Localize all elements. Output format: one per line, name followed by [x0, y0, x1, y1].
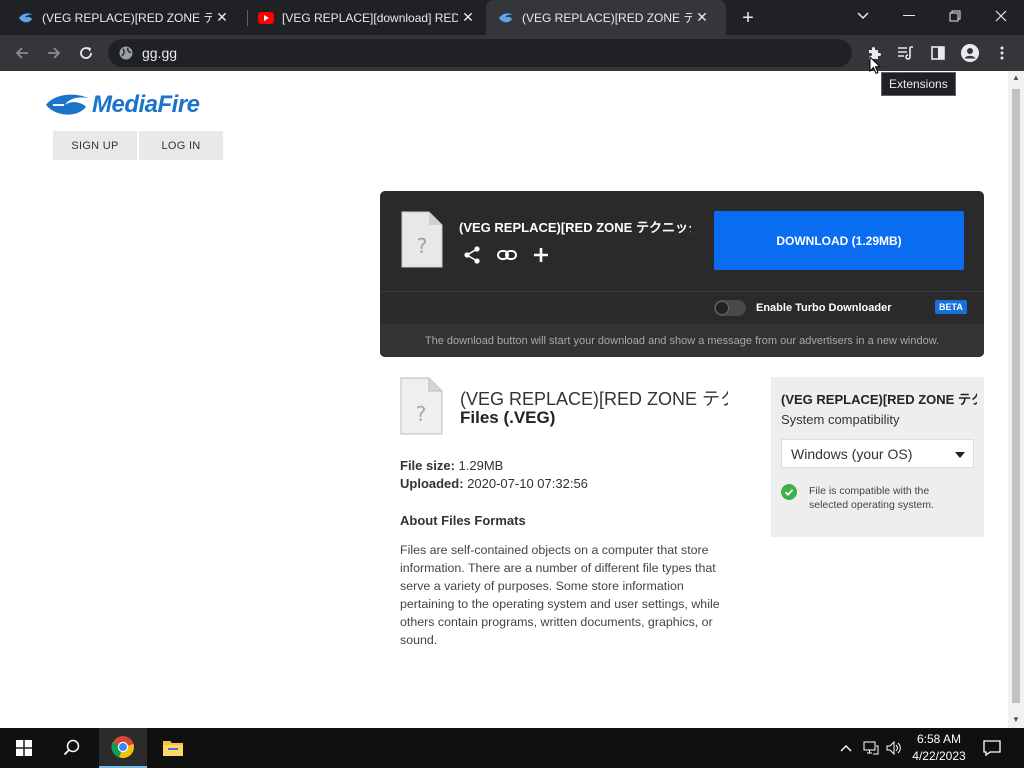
- extensions-tooltip: Extensions: [881, 72, 956, 96]
- clock-time: 6:58 AM: [916, 732, 962, 746]
- mediafire-flame-icon: [46, 94, 88, 115]
- scrollbar-thumb[interactable]: [1012, 89, 1020, 703]
- system-compatibility-label: System compatibility: [781, 412, 900, 427]
- scroll-down-icon[interactable]: ▼: [1012, 716, 1020, 724]
- tab-1[interactable]: (VEG REPLACE)[RED ZONE テクニック ✕: [0, 0, 246, 35]
- unknown-file-icon: ?: [400, 377, 443, 440]
- file-actions: [462, 245, 550, 270]
- browser-menu-icon[interactable]: [988, 39, 1016, 67]
- tab-3-active[interactable]: (VEG REPLACE)[RED ZONE テクニック ✕: [486, 0, 726, 35]
- windows-taskbar: 6:58 AM 4/22/2023: [0, 728, 1024, 768]
- notifications-icon[interactable]: [980, 728, 1004, 768]
- download-panel: ? (VEG REPLACE)[RED ZONE テクニック DOWNLOAD …: [380, 191, 984, 357]
- compatibility-status: File is compatible with the selected ope…: [781, 484, 959, 512]
- beta-badge: BETA: [935, 300, 967, 314]
- check-circle-icon: [781, 484, 797, 512]
- download-file-name: (VEG REPLACE)[RED ZONE テクニック: [459, 220, 691, 235]
- tab-search-chevron-icon[interactable]: [840, 0, 886, 32]
- tab-2[interactable]: [VEG REPLACE][download] RED ZONE ✕: [240, 0, 486, 35]
- file-size-value: 1.29MB: [458, 458, 504, 473]
- auth-buttons: SIGN UP LOG IN: [53, 131, 223, 160]
- chrome-taskbar-icon[interactable]: [99, 728, 147, 768]
- compatibility-panel: (VEG REPLACE)[RED ZONE テクニック System comp…: [771, 377, 984, 537]
- page-scrollbar[interactable]: ▲ ▼: [1008, 71, 1024, 728]
- file-explorer-icon[interactable]: [149, 728, 197, 768]
- screen: (VEG REPLACE)[RED ZONE テクニック ✕ [VEG REPL…: [0, 0, 1024, 768]
- svg-text:?: ?: [416, 402, 427, 426]
- os-select-value: Windows (your OS): [791, 446, 913, 462]
- forward-icon[interactable]: [40, 39, 68, 67]
- sign-up-button[interactable]: SIGN UP: [53, 131, 137, 160]
- compatibility-file-title: (VEG REPLACE)[RED ZONE テクニック: [781, 392, 977, 407]
- file-type: Files (.VEG): [460, 408, 556, 427]
- share-icon[interactable]: [462, 245, 482, 270]
- scroll-up-icon[interactable]: ▲: [1012, 74, 1020, 82]
- log-in-button[interactable]: LOG IN: [139, 131, 223, 160]
- reading-list-icon[interactable]: [892, 39, 920, 67]
- turbo-downloader-row: Enable Turbo Downloader: [714, 300, 891, 316]
- close-window-icon[interactable]: [978, 0, 1024, 32]
- tab-3-title: (VEG REPLACE)[RED ZONE テクニック: [522, 11, 692, 25]
- show-hidden-icons-chevron-icon[interactable]: [838, 728, 854, 768]
- uploaded-value: 2020-07-10 07:32:56: [467, 476, 588, 491]
- svg-text:?: ?: [417, 234, 428, 258]
- panel-divider: [380, 291, 984, 292]
- mediafire-icon: [498, 10, 514, 26]
- search-icon[interactable]: [48, 728, 96, 768]
- mouse-cursor-icon: [869, 56, 881, 75]
- add-plus-icon[interactable]: [532, 246, 550, 269]
- restore-icon[interactable]: [932, 0, 978, 32]
- tab-3-close-icon[interactable]: ✕: [692, 8, 712, 28]
- tab-1-title: (VEG REPLACE)[RED ZONE テクニック: [42, 11, 212, 25]
- compatibility-status-text: File is compatible with the selected ope…: [809, 485, 934, 511]
- windows-start-icon[interactable]: [0, 728, 48, 768]
- turbo-downloader-toggle[interactable]: [714, 300, 746, 316]
- youtube-icon: [258, 10, 274, 26]
- tab-2-close-icon[interactable]: ✕: [458, 8, 478, 28]
- taskbar-clock[interactable]: 6:58 AM 4/22/2023: [904, 731, 974, 765]
- unknown-file-icon: ?: [401, 211, 443, 273]
- uploaded-label: Uploaded:: [400, 476, 464, 491]
- dropdown-caret-icon: [955, 452, 965, 458]
- mediafire-page: MediaFire SIGN UP LOG IN ? (VEG REPLACE)…: [0, 71, 1008, 728]
- site-info-globe-icon[interactable]: [118, 45, 134, 66]
- tab-1-close-icon[interactable]: ✕: [212, 8, 232, 28]
- tab-2-title: [VEG REPLACE][download] RED ZONE: [282, 10, 458, 25]
- tab-strip: (VEG REPLACE)[RED ZONE テクニック ✕ [VEG REPL…: [0, 0, 1024, 35]
- side-panel-icon[interactable]: [924, 39, 952, 67]
- new-tab-icon[interactable]: +: [736, 6, 760, 30]
- minimize-icon[interactable]: [886, 0, 932, 32]
- copy-link-icon[interactable]: [496, 245, 518, 270]
- clock-date: 4/22/2023: [912, 749, 966, 763]
- network-icon[interactable]: [861, 728, 881, 768]
- download-notice: The download button will start your down…: [380, 324, 984, 357]
- volume-icon[interactable]: [884, 728, 904, 768]
- profile-avatar-icon[interactable]: [956, 39, 984, 67]
- about-heading: About Files Formats: [400, 513, 526, 528]
- file-size-label: File size:: [400, 458, 455, 473]
- download-button[interactable]: DOWNLOAD (1.29MB): [714, 211, 964, 270]
- os-select[interactable]: Windows (your OS): [781, 439, 974, 468]
- mediafire-logo-text: MediaFire: [92, 91, 200, 118]
- reload-icon[interactable]: [72, 39, 100, 67]
- address-bar[interactable]: gg.gg: [108, 39, 852, 67]
- url-text: gg.gg: [142, 45, 178, 61]
- mediafire-logo[interactable]: MediaFire: [44, 91, 200, 119]
- about-text: Files are self-contained objects on a co…: [400, 543, 720, 647]
- mediafire-icon: [18, 10, 34, 26]
- turbo-downloader-label: Enable Turbo Downloader: [756, 302, 892, 314]
- back-icon[interactable]: [8, 39, 36, 67]
- file-meta: File size: 1.29MB Uploaded: 2020-07-10 0…: [400, 457, 588, 493]
